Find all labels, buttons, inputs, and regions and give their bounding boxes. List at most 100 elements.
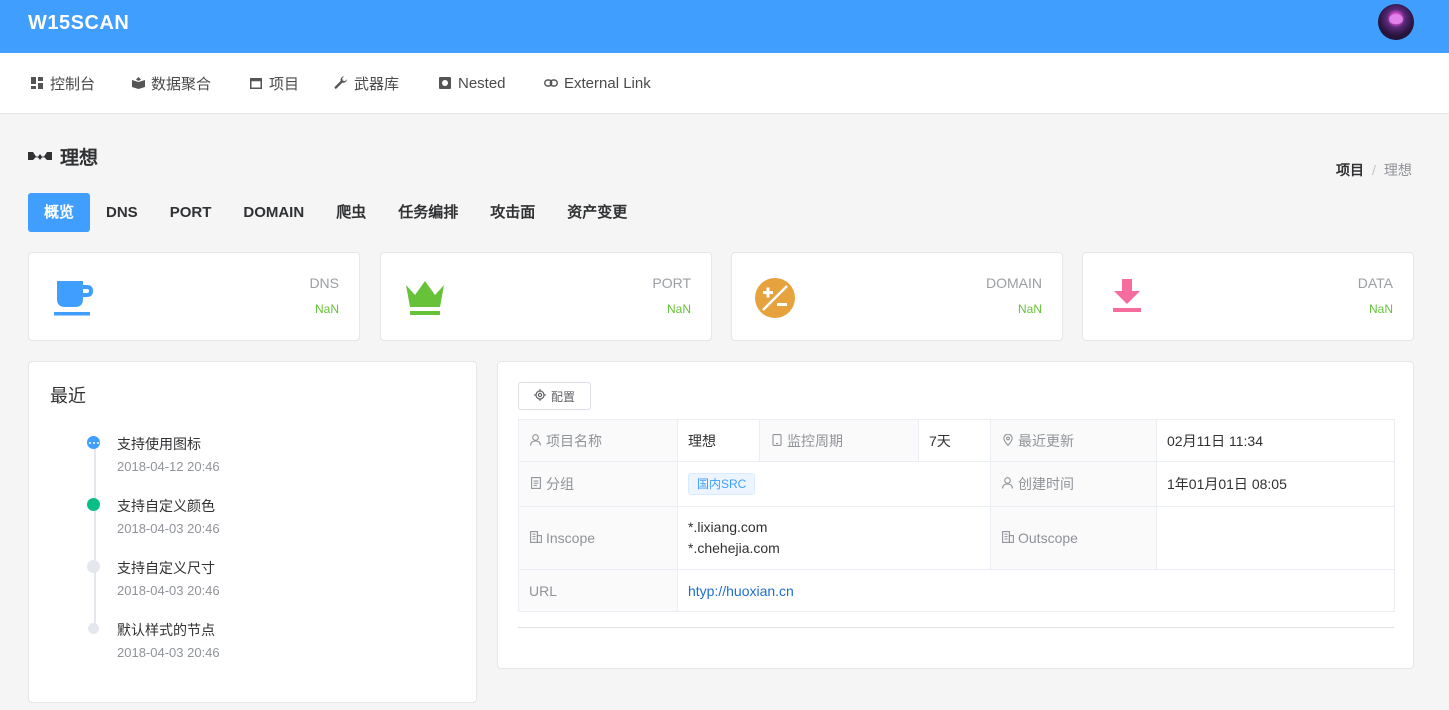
created-label-cell: 创建时间 — [990, 461, 1157, 507]
timeline-content: 支持自定义颜色 — [117, 498, 215, 514]
stat-label: PORT — [652, 275, 691, 291]
group-value-cell: 国内SRC — [677, 461, 991, 507]
dashboard-icon — [30, 76, 44, 90]
timeline-time: 2018-04-03 20:46 — [117, 521, 220, 536]
project-tabs: 概览 DNS PORT DOMAIN 爬虫 任务编排 攻击面 资产变更 — [28, 193, 643, 232]
created-value: 1年01月01日 08:05 — [1156, 461, 1395, 507]
outscope-label: Outscope — [1018, 530, 1078, 546]
stat-value: NaN — [1017, 302, 1042, 316]
project-detail-panel: 配置 项目名称 理想 监控周期 7天 最近更新 02月11日 11:34 分组 — [497, 361, 1414, 669]
divider — [518, 627, 1394, 628]
breadcrumb: 项目 / 理想 — [1336, 160, 1412, 180]
stat-card-data[interactable]: DATA NaN — [1082, 252, 1414, 341]
timeline-dot — [87, 560, 100, 573]
nav-item-arsenal[interactable]: 武器库 — [334, 73, 399, 93]
brand-logo[interactable]: W15SCAN — [28, 12, 129, 35]
nav-label: 数据聚合 — [151, 75, 212, 93]
square-icon — [438, 76, 452, 90]
stat-value: NaN — [1368, 302, 1393, 316]
timeline-dot — [87, 498, 100, 511]
stat-label: DATA — [1357, 275, 1393, 291]
nav-item-data[interactable]: 数据聚合 — [131, 73, 211, 93]
building-icon — [529, 531, 542, 546]
building-icon — [1001, 531, 1014, 546]
timeline-content: 默认样式的节点 — [117, 622, 215, 638]
tab-overview[interactable]: 概览 — [28, 193, 91, 232]
created-label: 创建时间 — [1018, 476, 1074, 492]
nav-label: External Link — [564, 74, 651, 92]
nav-label: 武器库 — [354, 75, 400, 93]
url-value-cell: htyp://huoxian.cn — [677, 569, 1395, 612]
nav-label: 项目 — [269, 75, 300, 93]
nav-label: 控制台 — [50, 75, 96, 93]
breadcrumb-parent[interactable]: 项目 — [1336, 160, 1364, 180]
stat-card-port[interactable]: PORT NaN — [380, 252, 712, 341]
nav-item-nested[interactable]: Nested — [438, 73, 506, 93]
tab-attack-surface[interactable]: 攻击面 — [474, 193, 551, 232]
config-button[interactable]: 配置 — [518, 382, 591, 410]
timeline-line — [94, 442, 96, 627]
timeline-dot — [88, 623, 99, 634]
inscope-value-cell: *.lixiang.com *.chehejia.com — [677, 506, 991, 570]
wrench-icon — [334, 76, 348, 90]
monitor-value: 7天 — [918, 419, 991, 462]
stat-card-domain[interactable]: DOMAIN NaN — [731, 252, 1063, 341]
table-row: 项目名称 理想 监控周期 7天 最近更新 02月11日 11:34 — [518, 419, 1395, 462]
breadcrumb-separator: / — [1372, 162, 1376, 178]
plus-minus-icon — [754, 275, 800, 321]
project-name-value: 理想 — [677, 419, 760, 462]
inscope-label: Inscope — [546, 530, 596, 546]
user-avatar[interactable] — [1378, 4, 1414, 40]
recent-title: 最近 — [50, 386, 86, 406]
project-description-table: 项目名称 理想 监控周期 7天 最近更新 02月11日 11:34 分组 国内S… — [518, 419, 1395, 612]
timeline-content: 支持使用图标 — [117, 436, 201, 452]
breadcrumb-current: 理想 — [1383, 162, 1412, 178]
outscope-label-cell: Outscope — [990, 506, 1157, 570]
link-icon — [544, 76, 558, 90]
tab-port[interactable]: PORT — [154, 193, 228, 232]
page-title: 理想 — [28, 143, 98, 170]
inscope-label-cell: Inscope — [518, 506, 678, 570]
stat-value: NaN — [666, 302, 691, 316]
location-icon — [1001, 433, 1014, 449]
user-icon — [529, 433, 542, 449]
crown-icon — [403, 275, 449, 321]
timeline-time: 2018-04-03 20:46 — [117, 583, 220, 598]
document-icon — [529, 477, 542, 492]
nav-item-external-link[interactable]: External Link — [544, 73, 651, 93]
tab-crawler[interactable]: 爬虫 — [320, 193, 382, 232]
tab-asset-changes[interactable]: 资产变更 — [551, 193, 643, 232]
user-icon — [1001, 477, 1014, 492]
updated-label: 最近更新 — [1018, 432, 1074, 449]
group-tag[interactable]: 国内SRC — [688, 473, 756, 495]
config-label: 配置 — [550, 389, 575, 404]
inscope-item: *.lixiang.com — [688, 519, 768, 535]
coffee-cup-icon — [51, 275, 97, 321]
mobile-icon — [770, 433, 783, 449]
inscope-item: *.chehejia.com — [688, 540, 780, 556]
group-label: 分组 — [546, 476, 574, 492]
stat-card-dns[interactable]: DNS NaN — [28, 252, 360, 341]
tab-dns[interactable]: DNS — [90, 193, 154, 232]
monitor-label: 监控周期 — [787, 432, 843, 449]
nav-item-project[interactable]: 项目 — [249, 73, 299, 93]
nav-item-dashboard[interactable]: 控制台 — [30, 73, 95, 93]
url-link[interactable]: htyp://huoxian.cn — [688, 583, 794, 599]
more-icon — [87, 436, 100, 449]
stat-label: DNS — [309, 275, 339, 291]
url-label: URL — [518, 569, 678, 612]
table-row: 分组 国内SRC 创建时间 1年01月01日 08:05 — [518, 461, 1395, 507]
timeline-time: 2018-04-03 20:46 — [117, 645, 220, 660]
group-label-cell: 分组 — [518, 461, 678, 507]
monitor-label-cell: 监控周期 — [759, 419, 919, 462]
project-name-label: 项目名称 — [546, 432, 602, 449]
project-name-label-cell: 项目名称 — [518, 419, 678, 462]
tab-domain[interactable]: DOMAIN — [227, 193, 320, 232]
updated-value: 02月11日 11:34 — [1156, 419, 1395, 462]
timeline-time: 2018-04-12 20:46 — [117, 459, 220, 474]
gear-icon — [534, 388, 546, 404]
tab-task-orchestration[interactable]: 任务编排 — [382, 193, 474, 232]
timeline-content: 支持自定义尺寸 — [117, 560, 215, 576]
recent-panel: 最近 支持使用图标 2018-04-12 20:46 支持自定义颜色 2018-… — [28, 361, 477, 703]
nav-label: Nested — [458, 74, 506, 92]
